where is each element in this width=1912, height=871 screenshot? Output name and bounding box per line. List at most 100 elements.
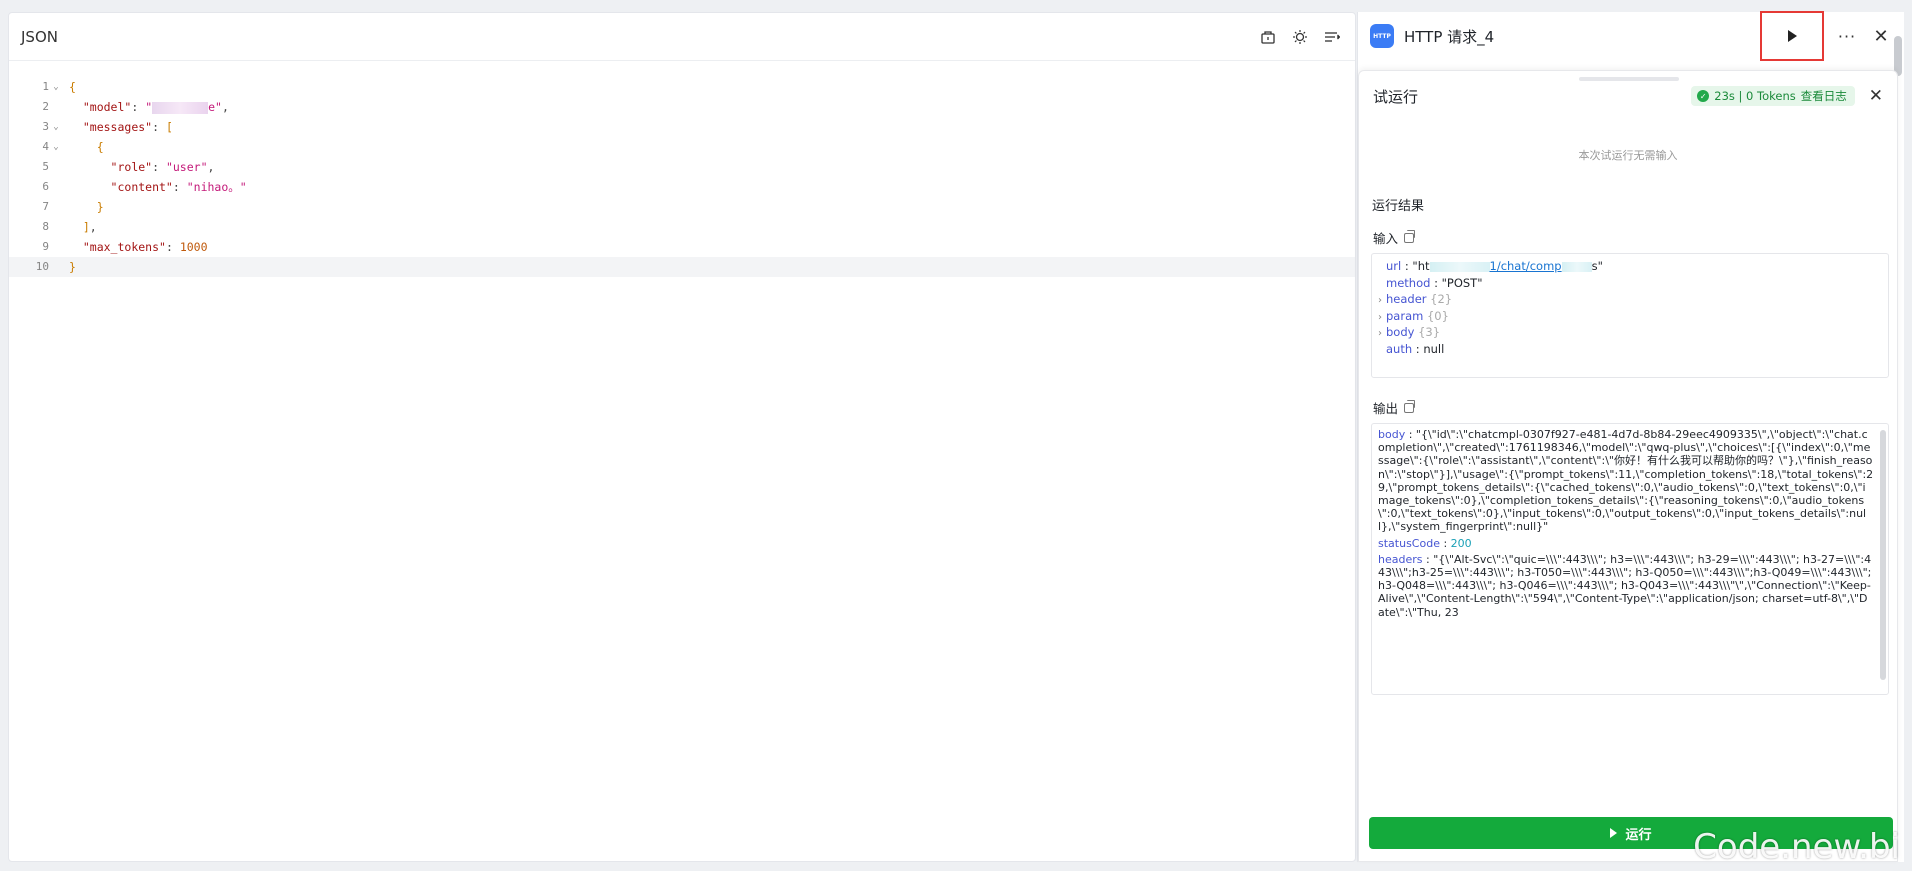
line-number: 3 [42,120,49,133]
run-test-button[interactable] [1760,11,1824,61]
status-badge: ✓ 23s | 0 Tokens 查看日志 [1691,86,1855,106]
url-value-mid[interactable]: 1/chat/comp [1490,259,1562,273]
code-line[interactable]: 5 "role": "user", [9,157,1355,177]
body-key: body [1386,325,1415,339]
line-number: 8 [42,220,49,233]
close-test-icon[interactable]: ✕ [1869,86,1883,106]
line-number: 10 [35,260,49,273]
view-log-link[interactable]: 查看日志 [1801,88,1847,104]
output-section-title: 输出 [1359,398,1897,417]
fold-chevron-icon[interactable]: ⌄ [49,117,63,137]
success-check-icon: ✓ [1697,90,1710,102]
input-title: 输入 [1373,231,1399,246]
input-auth-row: auth : null [1386,341,1445,356]
code-text: "model": " e", [82,100,229,114]
code-line[interactable]: 2 "model": " e", [9,97,1355,117]
code-line[interactable]: 7 } [9,197,1355,217]
no-input-hint: 本次试运行无需输入 [1578,149,1678,162]
auth-key: auth [1386,341,1413,356]
fold-gutter [49,157,63,177]
method-value: "POST" [1441,275,1483,290]
headers-key: headers [1378,552,1423,566]
output-headers-row: headers : "{\"Alt-Svc\":\"quic=\\\":443\… [1378,552,1872,619]
body-value: "{\"id\":\"chatcmpl-0307f927-e481-4d7d-8… [1378,428,1874,534]
line-number: 1 [42,80,49,93]
run-button-label: 运行 [1625,827,1652,843]
code-text: } [96,200,104,214]
code-line[interactable]: 4 ⌄ { [9,137,1355,157]
http-logo-icon: HTTP [1370,24,1394,48]
header-count: {2} [1430,292,1453,306]
code-line[interactable]: 1 ⌄ { [9,77,1355,97]
code-area[interactable]: 1 ⌄{2 "model": " e", 3 ⌄ "messages": [4 ⌄ {5 … [9,61,1355,277]
method-key: method [1386,275,1431,290]
fold-gutter [49,177,63,197]
editor-header: JSON [9,13,1355,61]
close-icon[interactable]: ✕ [1870,26,1892,47]
output-scrollbar[interactable] [1880,430,1886,680]
node-header: HTTP HTTP 请求_4 ··· ✕ [1358,11,1904,76]
auth-value: null [1423,341,1445,356]
output-viewer[interactable]: body : "{\"id\":\"chatcmpl-0307f927-e481… [1371,423,1889,695]
code-text: "max_tokens": 1000 [82,240,208,254]
play-icon [1610,828,1618,838]
fold-gutter [49,257,63,277]
line-number: 4 [42,140,49,153]
play-icon [1787,30,1797,42]
test-run-panel: 试运行 ✓ 23s | 0 Tokens 查看日志 ✕ 本次试运行无需输入 运行… [1358,70,1898,862]
drag-handle[interactable] [1579,77,1679,81]
watermark: Code.new.bi [1693,827,1900,867]
fold-gutter [49,97,63,117]
code-line[interactable]: 9 "max_tokens": 1000 [9,237,1355,257]
copy-input-icon[interactable] [1404,229,1416,243]
node-title[interactable]: HTTP 请求_4 [1404,26,1494,47]
fold-gutter [49,197,63,217]
input-url-row: url : "ht 1/chat/comp s" [1386,259,1603,273]
output-status-row: statusCode : 200 [1378,536,1472,550]
output-body-row: body : "{\"id\":\"chatcmpl-0307f927-e481… [1378,428,1874,534]
code-line[interactable]: 3 ⌄ "messages": [ [9,117,1355,137]
input-header-row[interactable]: › header {2} [1378,291,1880,308]
line-number: 9 [42,240,49,253]
code-line[interactable]: 8 ], [9,217,1355,237]
fold-chevron-icon[interactable]: ⌄ [49,137,63,157]
node-actions: ··· ✕ [1760,11,1892,61]
output-title: 输出 [1373,401,1399,416]
body-key: body [1378,428,1406,441]
code-line[interactable]: 6 "content": "nihao。" [9,177,1355,197]
bulb-icon[interactable] [1289,26,1311,48]
test-run-title: 试运行 [1373,87,1419,106]
code-text: ], [82,220,97,234]
code-text: "role": "user", [110,160,215,174]
result-title: 运行结果 [1372,199,1425,214]
headers-value: "{\"Alt-Svc\":\"quic=\\\":443\\\"; h3=\\… [1378,552,1872,619]
url-value-end: s" [1591,259,1603,273]
fold-gutter [49,217,63,237]
fold-chevron-icon[interactable]: ⌄ [49,77,63,97]
url-key: url [1386,259,1402,273]
format-icon[interactable] [1321,26,1343,48]
param-count: {0} [1426,308,1449,323]
header-key: header [1386,292,1427,306]
code-text: { [69,80,76,94]
param-key: param [1386,308,1424,323]
more-icon[interactable]: ··· [1836,27,1858,46]
code-text: "content": "nihao。" [110,180,247,194]
line-number: 6 [42,180,49,193]
code-text: "messages": [ [82,120,173,134]
line-number: 5 [42,160,49,173]
package-icon[interactable] [1257,26,1279,48]
status-value: 200 [1450,536,1472,550]
line-number: 2 [42,100,49,113]
input-body-row[interactable]: › body {3} [1378,324,1880,341]
code-line[interactable]: 10} [9,257,1355,277]
body-count: {3} [1418,325,1441,339]
status-text: 23s | 0 Tokens [1714,89,1796,103]
json-editor-panel: JSON 1 ⌄{2 "model": " e", 3 ⌄ "messages": [4… [8,12,1356,862]
input-param-row[interactable]: › param {0} [1378,308,1880,325]
input-method-row: method : "POST" [1386,275,1483,290]
editor-toolbar [1257,26,1343,48]
copy-output-icon[interactable] [1404,399,1416,413]
code-text: } [69,260,76,274]
editor-title: JSON [21,27,58,46]
